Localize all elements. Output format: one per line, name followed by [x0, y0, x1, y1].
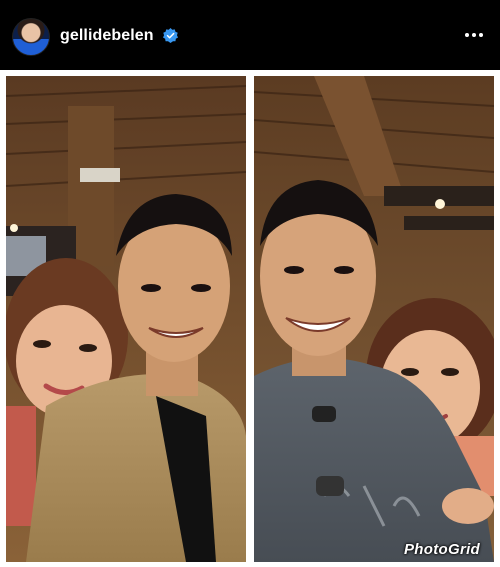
- selfie-photo-right: [254, 76, 494, 562]
- profile-avatar[interactable]: [12, 18, 50, 56]
- watermark-text: PhotoGrid: [404, 541, 481, 558]
- username-link[interactable]: gellidebelen: [60, 27, 154, 45]
- selfie-photo-left: [6, 76, 246, 562]
- photo-panel-right: [254, 76, 494, 562]
- verified-badge-icon: [163, 28, 178, 43]
- post-photo[interactable]: [0, 70, 500, 567]
- more-options-icon[interactable]: [464, 27, 484, 43]
- post-header: gellidebelen: [0, 0, 500, 70]
- photogrid-watermark: PhotoGrid: [404, 541, 480, 558]
- photo-panel-left: [6, 76, 246, 562]
